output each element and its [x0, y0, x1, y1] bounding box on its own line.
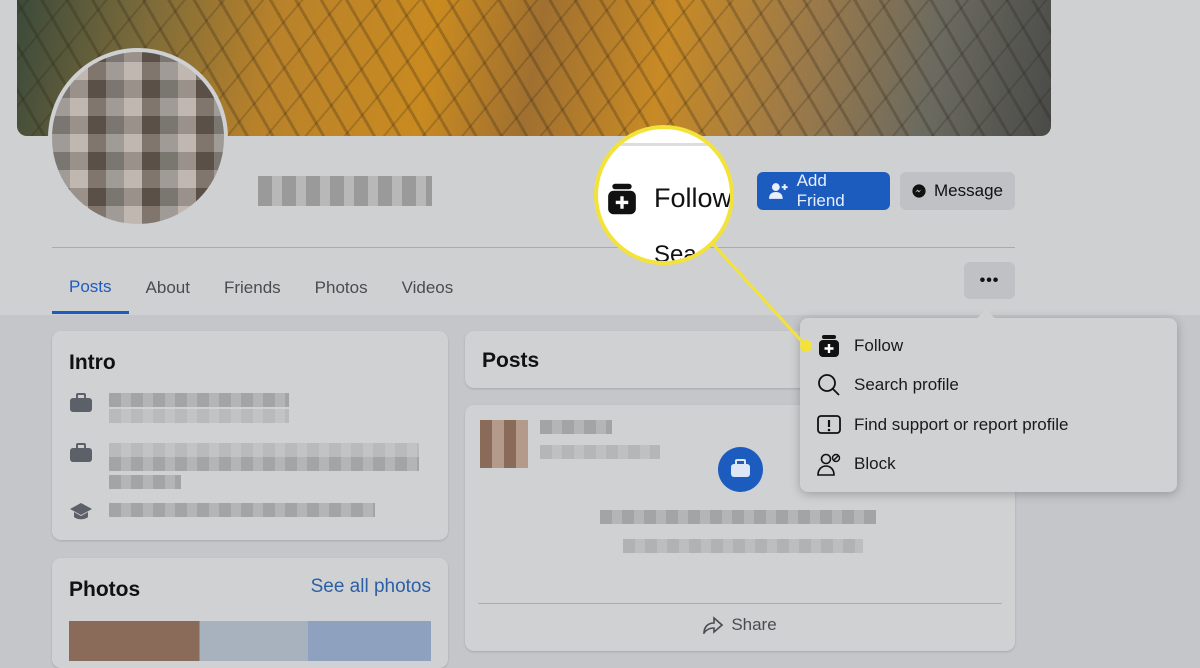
menu-item-label: Find support or report profile	[854, 415, 1069, 434]
menu-item-follow[interactable]: Follow	[816, 331, 903, 361]
avatar[interactable]	[48, 48, 228, 228]
intro-item	[69, 393, 289, 423]
briefcase-icon	[70, 443, 92, 462]
divider	[52, 247, 1015, 248]
briefcase-icon	[70, 393, 92, 412]
post-text-blurred	[600, 510, 876, 524]
follow-icon	[608, 183, 636, 215]
report-icon	[817, 415, 841, 434]
intro-item	[69, 443, 419, 489]
more-options-button[interactable]: •••	[964, 262, 1015, 299]
message-label: Message	[934, 181, 1003, 200]
post-time-blurred	[540, 445, 660, 459]
intro-title: Intro	[69, 351, 116, 374]
add-friend-label: Add Friend	[796, 171, 845, 210]
callout-follow-label: Follow	[654, 183, 733, 213]
profile-options-menu: Follow Search profile Find support or re…	[800, 318, 1177, 492]
briefcase-icon	[718, 447, 763, 492]
search-icon	[818, 374, 840, 396]
menu-item-report[interactable]: Find support or report profile	[816, 410, 1069, 440]
add-friend-button[interactable]: Add Friend	[757, 171, 890, 210]
message-button[interactable]: Message	[900, 172, 1015, 210]
menu-item-label: Follow	[854, 336, 904, 355]
tab-friends[interactable]: Friends	[207, 262, 298, 314]
post-avatar[interactable]	[480, 420, 528, 468]
tab-about[interactable]: About	[129, 262, 207, 314]
posts-title: Posts	[482, 349, 540, 372]
post-author-blurred	[540, 420, 612, 434]
share-button[interactable]: Share	[465, 615, 1015, 635]
menu-item-search-profile[interactable]: Search profile	[816, 370, 959, 400]
follow-icon	[819, 335, 839, 357]
menu-item-block[interactable]: Block	[816, 449, 896, 479]
intro-item	[69, 501, 375, 521]
tab-videos[interactable]: Videos	[385, 262, 471, 314]
photo-grid[interactable]	[69, 621, 431, 661]
menu-item-label: Block	[854, 454, 896, 473]
post-text-blurred	[623, 539, 863, 553]
profile-tabs: Posts About Friends Photos Videos	[52, 262, 470, 314]
intro-card: Intro	[52, 331, 448, 540]
see-all-photos-link[interactable]: See all photos	[311, 576, 431, 598]
profile-header: Add Friend Message Posts About Friends P…	[0, 0, 1200, 315]
profile-name-blurred	[258, 176, 432, 206]
block-user-icon	[817, 453, 841, 476]
zoom-callout: Follow Sea	[594, 125, 734, 265]
tab-posts[interactable]: Posts	[52, 262, 129, 314]
share-icon	[703, 616, 724, 634]
tab-photos[interactable]: Photos	[298, 262, 385, 314]
graduation-cap-icon	[70, 503, 92, 520]
photos-card: Photos See all photos	[52, 558, 448, 668]
add-friend-icon	[769, 183, 788, 199]
share-label: Share	[731, 615, 777, 634]
divider	[478, 603, 1002, 604]
menu-item-label: Search profile	[854, 375, 959, 394]
messenger-icon	[912, 184, 926, 198]
photos-title: Photos	[69, 578, 141, 601]
